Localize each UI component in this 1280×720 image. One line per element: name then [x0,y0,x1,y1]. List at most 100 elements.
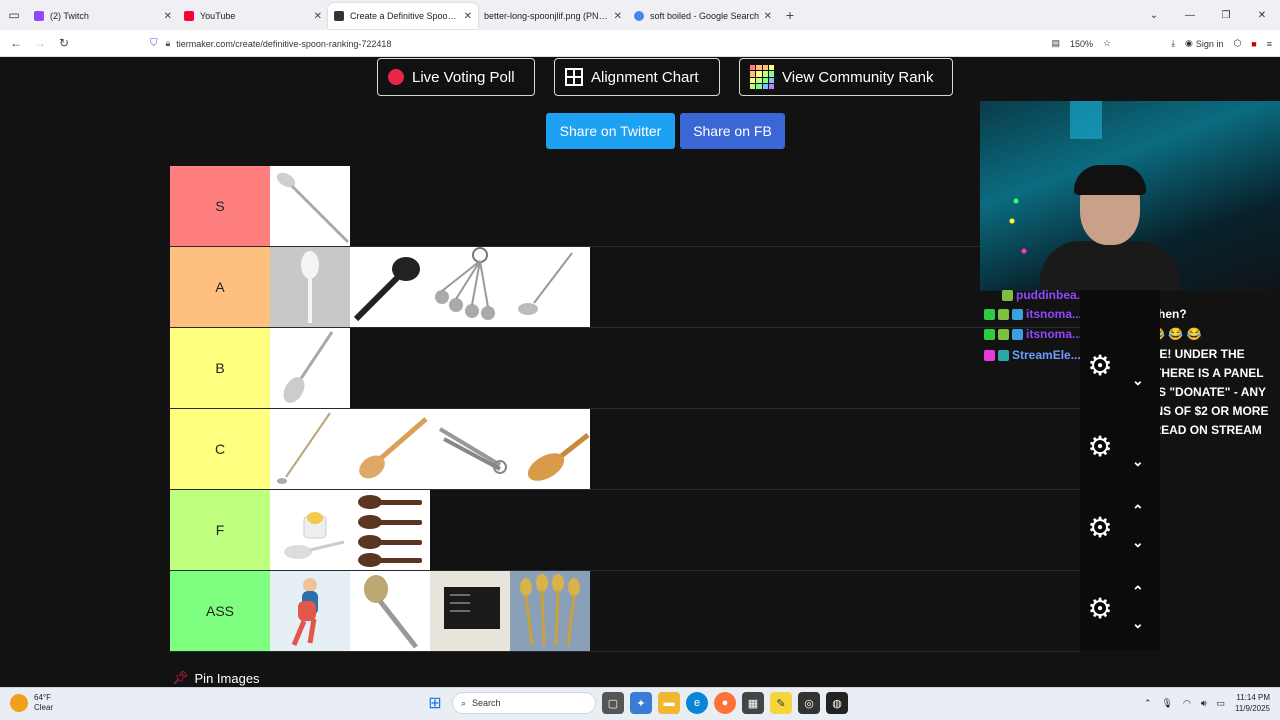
battery-icon[interactable]: ▭ [1216,698,1225,709]
gear-icon[interactable]: ⚙ [1086,514,1114,542]
browser-nav-bar: ← → ↻ ⛉ 🔒︎ tiermaker.com/create/definiti… [0,30,1280,57]
reader-view-icon[interactable]: ▤ [1051,38,1060,49]
alignment-chart-button[interactable]: Alignment Chart [554,58,720,96]
temperature: 64°F [34,693,51,702]
chevron-down-icon[interactable]: ⌄ [1132,534,1144,551]
gold-spoons-image[interactable] [510,571,590,651]
chevron-down-icon[interactable]: ⌄ [1132,372,1144,389]
forward-icon[interactable]: → [28,36,52,50]
tab-youtube[interactable]: YouTube ✕ [178,3,328,29]
chevron-up-icon[interactable]: ⌃ [1132,583,1144,600]
download-icon[interactable]: ⤓ [1171,38,1175,49]
badge-icon [1012,328,1023,340]
microphone-icon[interactable]: 🎙︎ [1162,698,1173,709]
tab-twitch[interactable]: (2) Twitch ✕ [28,3,178,29]
obs-icon[interactable]: ◎ [798,692,820,714]
gear-icon[interactable]: ⚙ [1086,433,1114,461]
badge-icon [998,308,1009,320]
store-icon[interactable]: ▦ [742,692,764,714]
tier-label[interactable]: ASS [170,571,270,651]
address-bar[interactable]: ⛉ 🔒︎ tiermaker.com/create/definitive-spo… [150,34,1050,53]
tab-google-search[interactable]: soft boiled - Google Search ✕ [628,3,778,29]
edge-icon[interactable]: e [686,692,708,714]
close-icon[interactable]: ✕ [314,11,322,22]
chevron-up-icon[interactable]: ⌃ [1132,502,1144,519]
pasta-spoon-image[interactable] [350,247,430,327]
close-icon[interactable]: ✕ [464,11,472,22]
bookmark-star-icon[interactable]: ☆ [1103,38,1111,49]
spork-image[interactable] [350,571,430,651]
windows-start-icon[interactable]: ⊞ [424,692,446,714]
app-icon[interactable]: ◍ [826,692,848,714]
view-community-rank-button[interactable]: View Community Rank [739,58,953,96]
cutlery-box-image[interactable] [430,571,510,651]
webcam-overlay [980,101,1280,291]
tongs-image[interactable] [430,409,510,489]
long-spoon-image[interactable] [270,409,350,489]
tab-list-icon[interactable]: ▭ [0,0,28,30]
new-tab-button[interactable]: + [778,7,802,23]
url-text[interactable]: tiermaker.com/create/definitive-spoon-ra… [176,39,391,49]
share-fb-button[interactable]: Share on FB [680,113,785,149]
tier-label[interactable]: S [170,166,270,246]
volume-icon[interactable]: 🔊︎ [1201,698,1207,709]
close-icon[interactable]: ✕ [614,11,622,22]
system-tray: ⌃ 🎙︎ ◠ 🔊︎ ▭ 11:14 PM 11/9/2025 [1144,692,1270,714]
wooden-spoon-image[interactable] [350,409,430,489]
egg-spoon-image[interactable] [270,490,350,570]
zoom-level[interactable]: 150% [1070,39,1093,49]
overlay-controls: ⚙ ⌄ ⚙ ⌄ ⌃ ⚙ ⌄ ⌃ ⚙ ⌄ [1080,290,1160,650]
menu-icon[interactable]: ≡ [1267,39,1272,49]
copilot-icon[interactable]: ✦ [630,692,652,714]
restore-icon[interactable]: ❐ [1208,10,1244,21]
back-icon[interactable]: ← [4,36,28,50]
gear-icon[interactable]: ⚙ [1086,595,1114,623]
chevron-down-icon[interactable]: ⌄ [1132,615,1144,632]
spoon-image[interactable] [270,166,350,246]
plastic-spoon-image[interactable] [270,247,350,327]
taskbar-search[interactable]: ⌕ Search [452,692,596,714]
tab-title: (2) Twitch [50,11,89,21]
extensions-icon[interactable]: ⬡ [1233,38,1241,49]
slotted-spoon-image[interactable] [270,328,350,408]
measuring-spoons-image[interactable] [430,247,510,327]
gear-icon[interactable]: ⚙ [1086,352,1114,380]
tab-tiermaker[interactable]: Create a Definitive Spoon Rank ✕ [328,3,478,29]
chevron-down-icon[interactable]: ⌄ [1132,453,1144,470]
lock-icon[interactable]: 🔒︎ [166,38,171,49]
reload-icon[interactable]: ↻ [52,36,76,50]
tray-overflow-icon[interactable]: ⌃ [1144,698,1152,709]
string-lights [1000,181,1040,281]
tab-png-image[interactable]: better-long-spoonjlif.png (PNG Ima ✕ [478,3,628,29]
bamboo-spatula-image[interactable] [510,409,590,489]
tier-label[interactable]: F [170,490,270,570]
addon-icon[interactable]: ■ [1251,39,1256,49]
tab-dropdown-icon[interactable]: ⌄ [1136,10,1172,21]
spooning-cartoon-image[interactable] [270,571,350,651]
weather-widget[interactable]: 64°F Clear [10,693,53,713]
pin-images-toggle[interactable]: 📌︎ Pin Images [172,670,260,686]
chat-username: puddinbea... [1002,288,1087,302]
minimize-icon[interactable]: — [1172,10,1208,21]
close-icon[interactable]: ✕ [764,11,772,22]
dark-spoons-image[interactable] [350,490,430,570]
ladle-image[interactable] [510,247,590,327]
file-explorer-icon[interactable]: ▬ [658,692,680,714]
live-voting-poll-button[interactable]: Live Voting Poll [377,58,535,96]
tier-items [270,247,590,327]
close-window-icon[interactable]: ✕ [1244,10,1280,21]
search-icon: ⌕ [461,697,467,708]
sticky-notes-icon[interactable]: ✎ [770,692,792,714]
close-icon[interactable]: ✕ [164,11,172,22]
shield-icon[interactable]: ⛉ [150,38,158,49]
sign-in-button[interactable]: ◉ Sign in [1185,38,1223,49]
tier-label[interactable]: B [170,328,270,408]
nav-right-tools: ▤ 150% ☆ ⤓ ◉ Sign in ⬡ ■ ≡ [1051,30,1272,57]
tier-label[interactable]: C [170,409,270,489]
tier-label[interactable]: A [170,247,270,327]
share-twitter-button[interactable]: Share on Twitter [546,113,675,149]
clock[interactable]: 11:14 PM 11/9/2025 [1235,692,1270,714]
wifi-icon[interactable]: ◠ [1183,698,1191,709]
firefox-icon[interactable]: ● [714,692,736,714]
task-view-icon[interactable]: ▢ [602,692,624,714]
